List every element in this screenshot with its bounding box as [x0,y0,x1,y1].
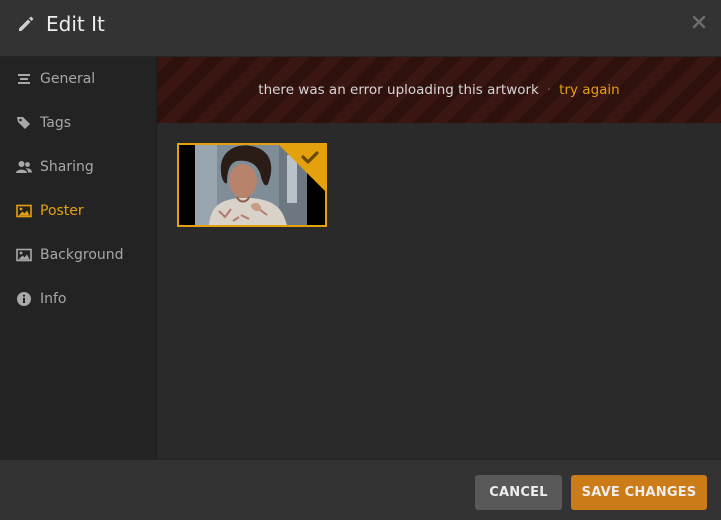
sidebar-item-tags[interactable]: Tags [0,101,157,145]
tags-icon [17,117,30,129]
sidebar-item-label: Poster [40,203,84,219]
error-banner: there was an error uploading this artwor… [157,57,721,123]
modal-footer: CANCEL SAVE CHANGES [0,459,721,520]
error-message: there was an error uploading this artwor… [258,82,539,98]
close-icon[interactable] [691,14,707,30]
sidebar-item-sharing[interactable]: Sharing [0,145,157,189]
try-again-link[interactable]: try again [559,82,620,98]
info-icon [17,292,31,306]
users-icon [16,161,32,173]
sidebar-item-poster[interactable]: Poster [0,189,157,233]
sidebar-item-info[interactable]: Info [0,277,157,321]
poster-thumbnail-selected[interactable] [177,143,327,227]
sidebar-item-background[interactable]: Background [0,233,157,277]
checkmark-icon [279,145,325,191]
error-separator: · [546,82,552,98]
cancel-button[interactable]: CANCEL [475,475,562,510]
sidebar-item-label: General [40,71,96,87]
image-icon [16,248,32,262]
sidebar-item-label: Info [40,291,67,307]
image-icon [16,204,32,218]
sidebar-item-label: Tags [40,115,71,131]
poster-panel: there was an error uploading this artwor… [157,57,721,459]
modal-title: Edit It [46,12,105,36]
sidebar-item-label: Background [40,247,124,263]
lines-icon [18,74,30,84]
sidebar-item-general[interactable]: General [0,57,157,101]
modal-header: Edit It [0,0,721,57]
sidebar: General Tags Sharing Poster Background I… [0,57,157,459]
sidebar-item-label: Sharing [40,159,94,175]
save-changes-button[interactable]: SAVE CHANGES [571,475,707,510]
pencil-icon [19,16,34,31]
error-message-line: there was an error uploading this artwor… [157,81,721,99]
